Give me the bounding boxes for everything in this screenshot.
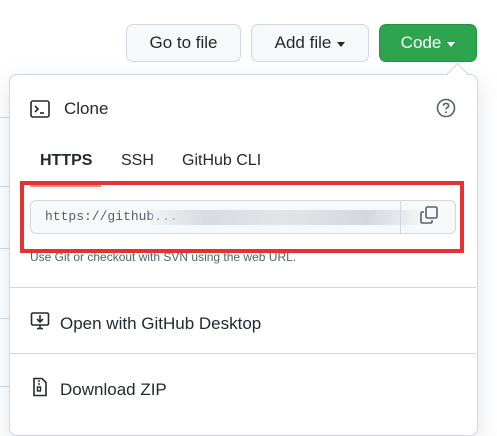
highlight-annotation: [20, 181, 464, 253]
file-zip-icon: [30, 377, 60, 402]
code-label: Code: [400, 33, 442, 52]
open-with-github-desktop-item[interactable]: Open with GitHub Desktop: [30, 311, 261, 336]
menu-divider: [10, 287, 476, 288]
add-file-label: Add file: [274, 33, 332, 52]
question-icon[interactable]: [436, 98, 456, 123]
code-button[interactable]: Code: [379, 24, 477, 62]
go-to-file-button[interactable]: Go to file: [126, 24, 241, 62]
triangle-down-icon: [447, 41, 456, 47]
tab-https[interactable]: HTTPS: [40, 152, 92, 170]
desktop-download-icon: [30, 311, 60, 336]
download-zip-label: Download ZIP: [60, 379, 167, 399]
go-to-file-label: Go to file: [149, 33, 218, 52]
download-zip-item[interactable]: Download ZIP: [30, 377, 167, 402]
menu-divider: [10, 353, 476, 354]
triangle-down-icon: [337, 41, 346, 47]
tab-ssh[interactable]: SSH: [121, 152, 154, 170]
open-with-github-desktop-label: Open with GitHub Desktop: [60, 313, 262, 333]
add-file-button[interactable]: Add file: [251, 24, 369, 62]
terminal-icon: [30, 100, 50, 123]
clone-heading: Clone: [64, 99, 109, 118]
tab-github-cli[interactable]: GitHub CLI: [182, 152, 261, 170]
